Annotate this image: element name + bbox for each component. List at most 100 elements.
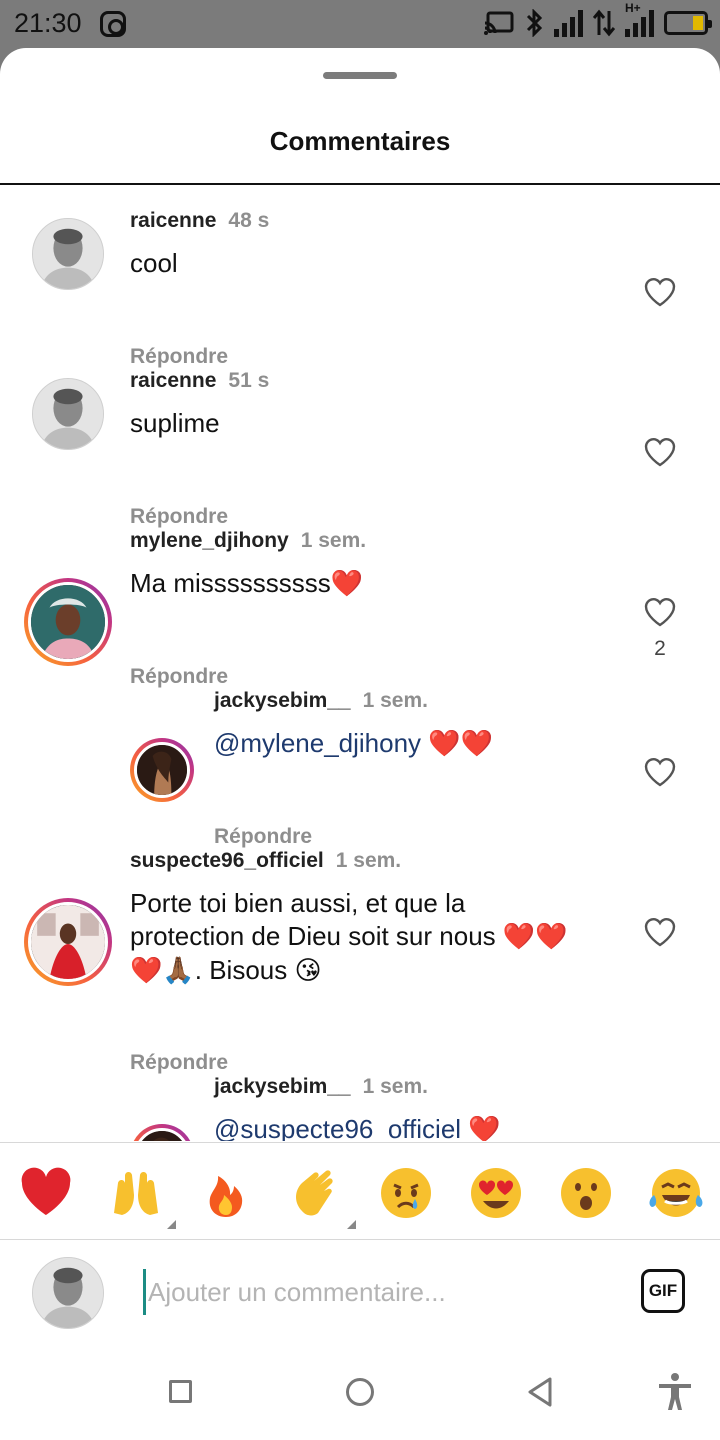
avatar-with-story-ring[interactable] [130, 738, 194, 802]
avatar-with-story-ring[interactable] [24, 898, 112, 986]
avatar-photo [137, 1131, 187, 1141]
like-heart-icon[interactable] [643, 276, 677, 308]
comment-meta: mylene_djihony 1 sem. [130, 529, 366, 553]
comment-time: 1 sem. [362, 689, 428, 712]
comment-list[interactable]: raicenne 48 s cool Répondre raicenne 51 s … [0, 186, 720, 1141]
emoji-heart-button[interactable] [18, 1165, 74, 1221]
avatar-with-story-ring[interactable] [24, 578, 112, 666]
screen: 21:30 H+ Commentaires raicenne 48 s cool… [0, 0, 720, 1440]
like-count[interactable]: 2 [643, 637, 677, 661]
heart-eyes-icon [471, 1168, 521, 1218]
comment-text-body: Ma missssssssss [130, 568, 331, 598]
raised-hands-icon [114, 1172, 158, 1215]
avatar[interactable] [32, 218, 104, 290]
avatar-photo [31, 585, 105, 659]
heart-emoji: ❤️❤️ [428, 729, 494, 759]
emoji-heart-eyes-button[interactable] [468, 1165, 524, 1221]
comment-time: 1 sem. [300, 529, 367, 552]
comment-meta: suspecte96_officiel 1 sem. [130, 849, 401, 873]
skin-tone-indicator [347, 1220, 356, 1229]
emoji-clap-button[interactable] [288, 1165, 356, 1229]
comment-item: raicenne 51 s suplime Répondre [0, 346, 720, 528]
reply-item: jackysebim__ 1 sem. @suspecte96_officiel … [0, 1052, 720, 1141]
comment-meta: jackysebim__ 1 sem. [214, 1075, 428, 1099]
comment-username[interactable]: jackysebim__ [214, 1075, 351, 1098]
comment-composer: GIF [0, 1241, 720, 1341]
instagram-icon [100, 11, 126, 37]
title-divider [0, 183, 720, 185]
skin-tone-indicator [167, 1220, 176, 1229]
kiss-emoji: 😘 [294, 956, 322, 986]
comment-text-line: Porte toi bien aussi, et que la [130, 888, 466, 918]
data-arrows-icon [593, 9, 615, 37]
current-user-avatar[interactable] [32, 1257, 104, 1329]
comment-username[interactable]: suspecte96_officiel [130, 849, 324, 872]
bluetooth-icon [526, 9, 543, 37]
avatar-photo [31, 905, 105, 979]
comment-username[interactable]: raicenne [130, 209, 216, 232]
like-heart-icon[interactable] [643, 596, 677, 628]
comment-text: @mylene_djihony ❤️❤️ [214, 727, 493, 761]
emoji-fire-button[interactable] [198, 1165, 254, 1221]
signal-hplus-icon: H+ [625, 1, 654, 37]
avatar-photo [33, 379, 103, 449]
status-icons: H+ [484, 1, 712, 37]
red-heart-icon [21, 1167, 71, 1215]
battery-level [693, 16, 703, 30]
reply-item: jackysebim__ 1 sem. @mylene_djihony ❤️❤️ … [0, 666, 720, 848]
home-button[interactable] [346, 1378, 374, 1406]
emoji-crying-face-button[interactable] [378, 1165, 434, 1221]
system-nav-bar [0, 1342, 720, 1440]
avatar-photo [33, 1258, 103, 1328]
avatar-photo [33, 219, 103, 289]
like-heart-icon[interactable] [643, 916, 677, 948]
comment-text-line: ❤️🙏🏾. Bisous 😘 [130, 954, 620, 988]
comment-item: suspecte96_officiel 1 sem. Porte toi bien… [0, 826, 720, 1074]
like-heart-icon[interactable] [643, 756, 677, 788]
avatar-with-story-ring[interactable] [130, 1124, 194, 1141]
recent-apps-button[interactable] [169, 1380, 192, 1403]
accessibility-icon[interactable] [656, 1372, 694, 1412]
emoji-laughing-face-button[interactable] [648, 1165, 704, 1221]
gif-button[interactable]: GIF [641, 1269, 685, 1313]
comment-time: 1 sem. [362, 1075, 428, 1098]
comments-sheet: Commentaires raicenne 48 s cool Répondre … [0, 48, 720, 1440]
network-type-label: H+ [625, 1, 641, 15]
comment-item: raicenne 48 s cool Répondre [0, 186, 720, 368]
avatar-photo [137, 745, 187, 795]
comment-username[interactable]: jackysebim__ [214, 689, 351, 712]
status-time: 21:30 [14, 8, 82, 38]
comment-username[interactable]: raicenne [130, 369, 216, 392]
comment-item: mylene_djihony 1 sem. Ma missssssssss❤️ R… [0, 506, 720, 688]
emoji-surprised-face-button[interactable] [558, 1165, 614, 1221]
battery-icon [664, 11, 712, 35]
heart-emoji: ❤️ [330, 569, 364, 599]
comment-text: @suspecte96_officiel ❤️ [214, 1113, 501, 1141]
tears-of-joy-icon [649, 1169, 703, 1217]
comment-username[interactable]: mylene_djihony [130, 529, 289, 552]
sheet-title: Commentaires [269, 126, 451, 156]
mention-link[interactable]: @mylene_djihony [214, 728, 421, 758]
emoji-raised-hands-button[interactable] [108, 1165, 176, 1229]
status-bar: 21:30 H+ [0, 0, 720, 50]
crying-face-icon [381, 1168, 431, 1218]
clapping-hands-icon [296, 1170, 333, 1216]
comment-text: Porte toi bien aussi, et que la protecti… [130, 887, 620, 988]
mention-link[interactable]: @suspecte96_officiel [214, 1114, 461, 1141]
comment-text-line: protection de Dieu soit sur nous ❤️❤️ [130, 920, 620, 954]
comment-text: suplime [130, 408, 220, 438]
heart-emoji: ❤️ [468, 1115, 501, 1141]
sheet-drag-handle[interactable] [323, 72, 397, 79]
back-button[interactable] [526, 1376, 554, 1408]
avatar[interactable] [32, 378, 104, 450]
comment-input[interactable] [143, 1269, 613, 1315]
comment-time: 1 sem. [335, 849, 402, 872]
comment-text: Ma missssssssss❤️ [130, 567, 363, 601]
comment-time: 48 s [228, 209, 270, 232]
heart-emoji: ❤️❤️ [502, 922, 568, 952]
like-heart-icon[interactable] [643, 436, 677, 468]
emoji-quick-bar [0, 1142, 720, 1240]
comment-meta: jackysebim__ 1 sem. [214, 689, 428, 713]
comment-text-part: protection de Dieu soit sur nous [130, 921, 496, 951]
comment-time: 51 s [228, 369, 270, 392]
